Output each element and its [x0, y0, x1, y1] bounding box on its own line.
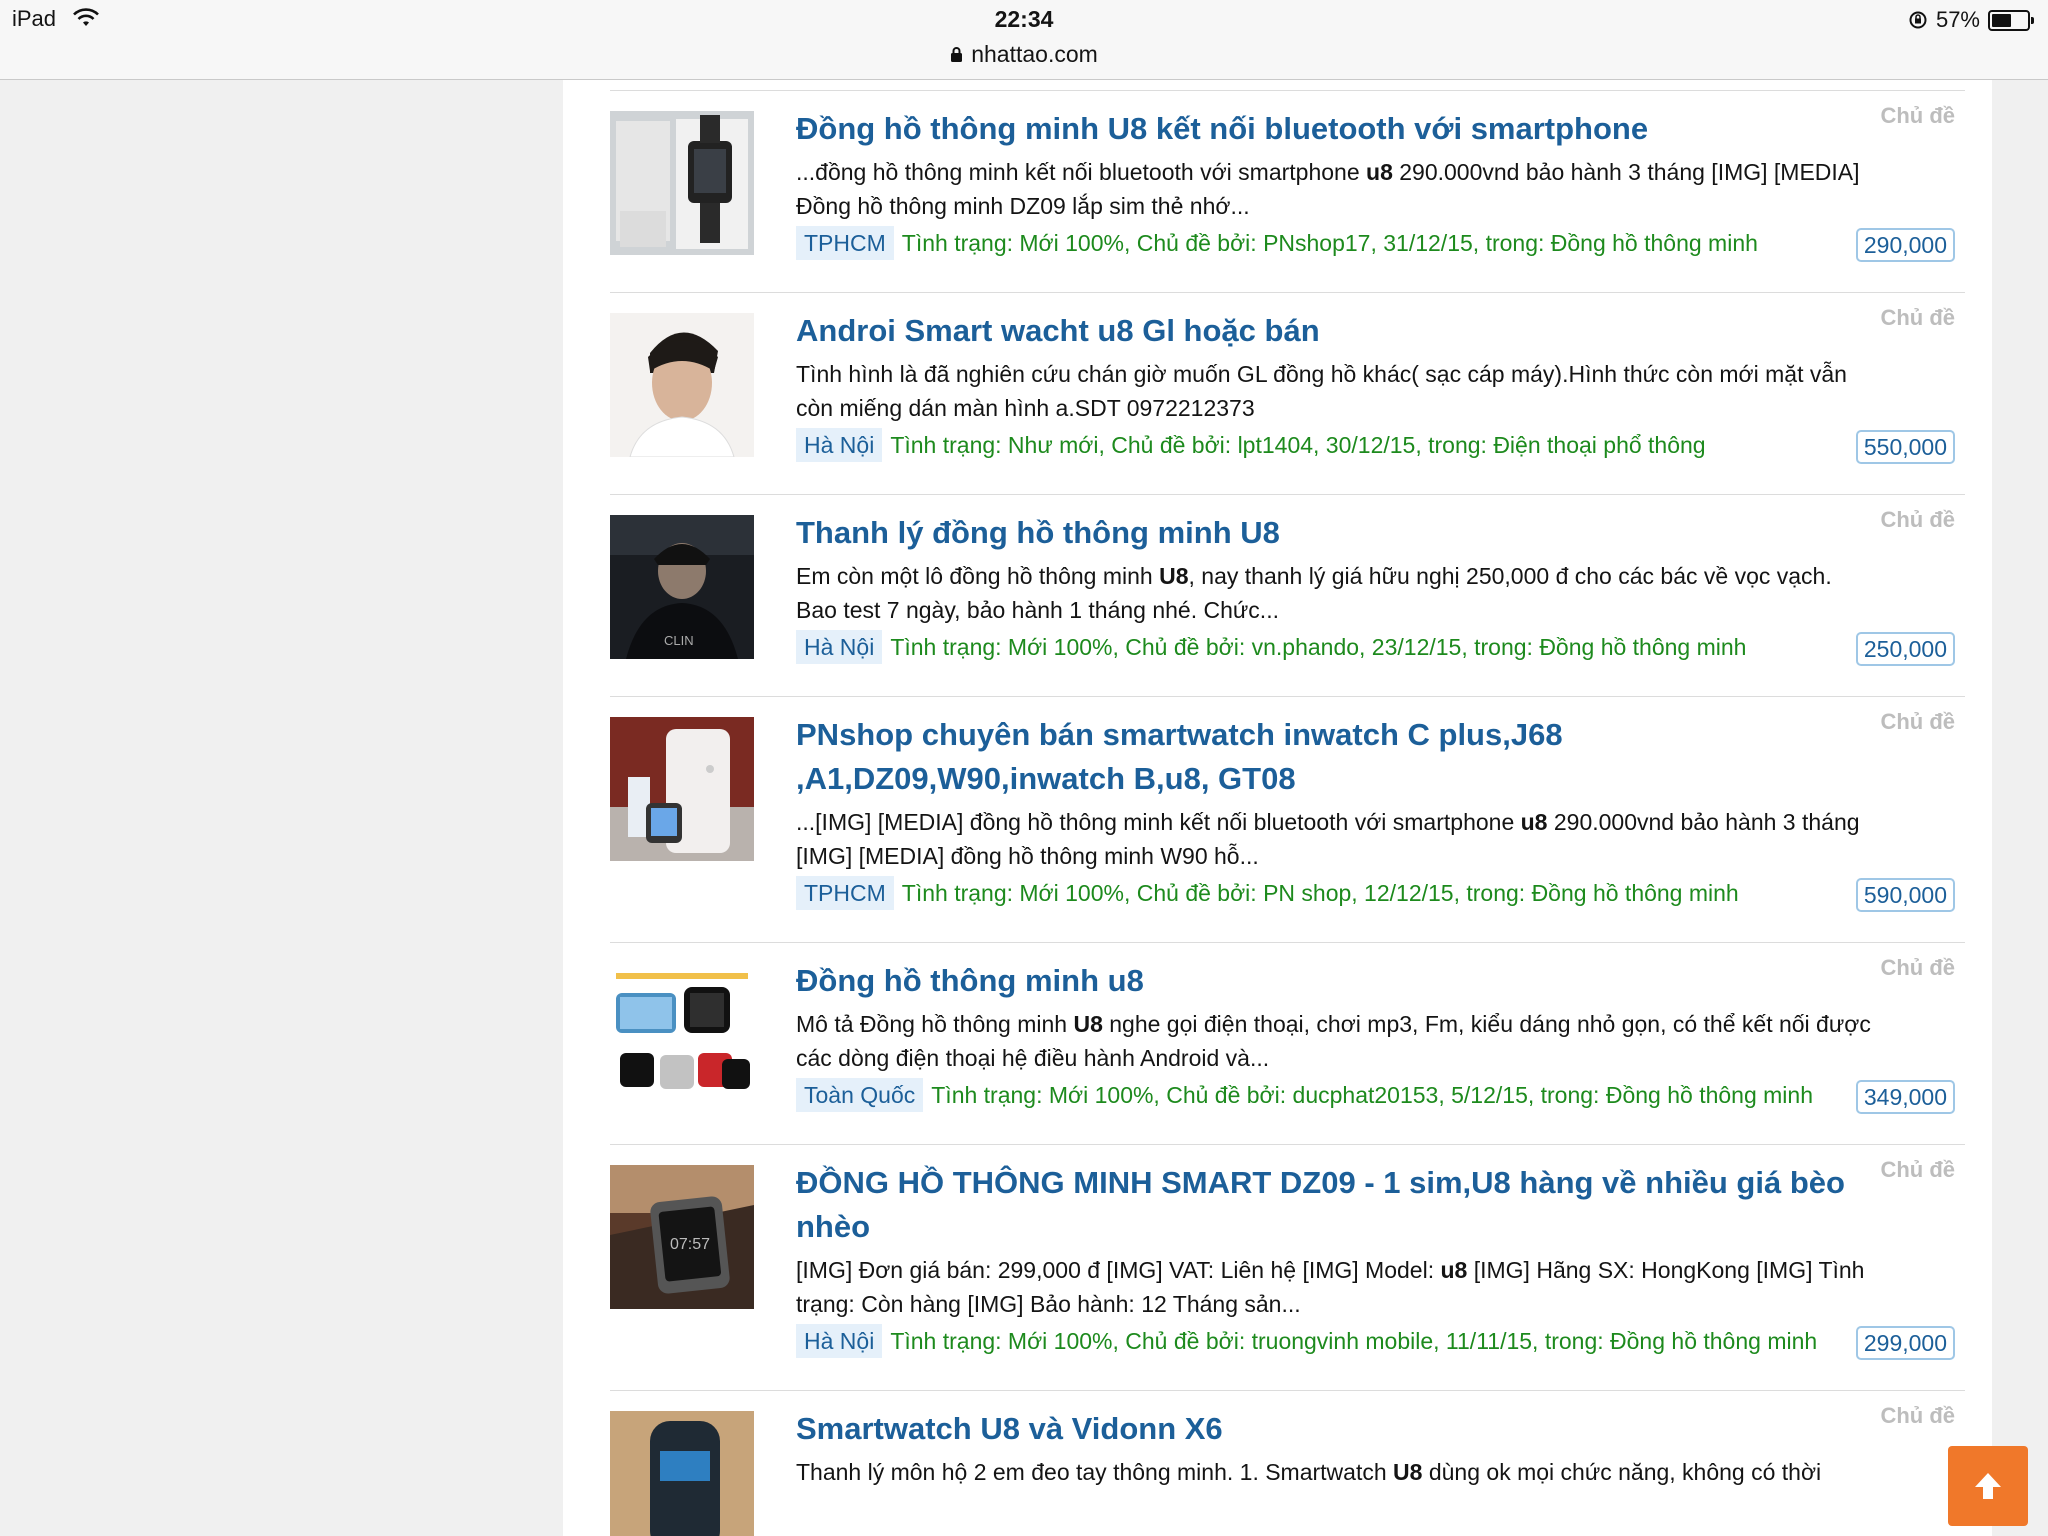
status-right: 57%	[1908, 6, 2034, 34]
result-meta: Toàn Quốc Tình trạng: Mới 100%, Chủ đề bở…	[796, 1078, 1876, 1112]
colored-watches-photo	[610, 963, 754, 1107]
result-item[interactable]: Chủ đề Smartwatch U8 và Vidonn X6 Thanh lý…	[610, 1390, 1965, 1536]
arrow-up-icon	[1975, 1473, 2001, 1499]
result-meta: Hà Nội Tình trạng: Mới 100%, Chủ đề bởi: …	[796, 630, 1876, 664]
price-badge: 590,000	[1855, 878, 1955, 912]
result-title-link[interactable]: PNshop chuyên bán smartwatch inwatch C p…	[796, 713, 1876, 801]
result-title-link[interactable]: Thanh lý đồng hồ thông minh U8	[796, 511, 1876, 555]
result-thumbnail[interactable]: CLIN	[610, 515, 754, 659]
scroll-to-top-button[interactable]	[1948, 1446, 2028, 1526]
result-thumbnail[interactable]	[610, 313, 754, 457]
location-badge[interactable]: Toàn Quốc	[796, 1078, 924, 1112]
phone-and-watch-photo	[610, 717, 754, 861]
man-portrait-photo	[610, 313, 754, 457]
price-badge: 550,000	[1855, 430, 1955, 464]
result-type-label: Chủ đề	[1880, 507, 1955, 532]
svg-text:CLIN: CLIN	[664, 633, 694, 648]
price-badge: 299,000	[1855, 1326, 1955, 1360]
rotation-lock-icon	[1909, 11, 1927, 29]
result-type-label: Chủ đề	[1880, 305, 1955, 330]
result-snippet: Mô tả Đồng hồ thông minh U8 nghe gọi điệ…	[796, 1011, 1871, 1071]
price-badge: 250,000	[1855, 632, 1955, 666]
location-badge[interactable]: TPHCM	[796, 876, 894, 910]
result-meta: TPHCM Tình trạng: Mới 100%, Chủ đề bởi: P…	[796, 226, 1876, 260]
dz09-watch-photo: 07:57	[610, 1165, 754, 1309]
svg-text:07:57: 07:57	[670, 1236, 710, 1253]
result-type-label: Chủ đề	[1880, 955, 1955, 980]
result-type-label: Chủ đề	[1880, 1403, 1955, 1428]
price-badge: 349,000	[1855, 1080, 1955, 1114]
address-bar[interactable]: nhattao.com	[0, 41, 2048, 68]
search-results: Chủ đề Đồng hồ thông minh U8 kết nối blue…	[563, 80, 1992, 1536]
result-item[interactable]: 07:57 Chủ đề ĐỒNG HỒ THÔNG MINH SMART DZ09…	[610, 1144, 1965, 1390]
result-snippet: Em còn một lô đồng hồ thông minh U8, nay…	[796, 563, 1832, 623]
result-thumbnail[interactable]	[610, 1411, 754, 1536]
result-meta-text: Tình trạng: Mới 100%, Chủ đề bởi: truong…	[890, 1328, 1818, 1354]
browser-status-bar: iPad 22:34 nhattao.com 57%	[0, 0, 2048, 80]
wristband-photo	[610, 1411, 754, 1536]
result-title-link[interactable]: Đồng hồ thông minh u8	[796, 959, 1876, 1003]
result-item[interactable]: Chủ đề Androi Smart wacht u8 Gl hoặc bán T…	[610, 292, 1965, 494]
result-meta-text: Tình trạng: Mới 100%, Chủ đề bởi: PNshop…	[901, 230, 1758, 256]
result-thumbnail[interactable]	[610, 717, 754, 861]
result-type-label: Chủ đề	[1880, 709, 1955, 734]
result-title-link[interactable]: Smartwatch U8 và Vidonn X6	[796, 1407, 1876, 1451]
result-type-label: Chủ đề	[1880, 103, 1955, 128]
watch-box-photo	[610, 111, 754, 255]
result-snippet: ...[IMG] [MEDIA] đồng hồ thông minh kết …	[796, 809, 1860, 869]
location-badge[interactable]: Hà Nội	[796, 428, 883, 462]
result-thumbnail[interactable]	[610, 111, 754, 255]
location-badge[interactable]: TPHCM	[796, 226, 894, 260]
result-snippet: Tình hình là đã nghiên cứu chán giờ muốn…	[796, 361, 1847, 421]
result-meta-text: Tình trạng: Như mới, Chủ đề bởi: lpt1404…	[890, 432, 1706, 458]
battery-icon	[1988, 9, 2034, 31]
result-item[interactable]: CLIN Chủ đề Thanh lý đồng hồ thông minh U8…	[610, 494, 1965, 696]
result-meta: Hà Nội Tình trạng: Mới 100%, Chủ đề bởi: …	[796, 1324, 1876, 1358]
price-badge: 290,000	[1855, 228, 1955, 262]
battery-percent: 57%	[1935, 7, 1980, 32]
result-title-link[interactable]: ĐỒNG HỒ THÔNG MINH SMART DZ09 - 1 sim,U8…	[796, 1161, 1876, 1249]
result-meta: TPHCM Tình trạng: Mới 100%, Chủ đề bởi: P…	[796, 876, 1876, 910]
location-badge[interactable]: Hà Nội	[796, 630, 883, 664]
lock-icon	[951, 47, 963, 62]
result-snippet: Thanh lý môn hộ 2 em đeo tay thông minh.…	[796, 1459, 1822, 1485]
result-meta-text: Tình trạng: Mới 100%, Chủ đề bởi: PN sho…	[901, 880, 1739, 906]
result-type-label: Chủ đề	[1880, 1157, 1955, 1182]
result-thumbnail[interactable]	[610, 963, 754, 1107]
result-meta: Hà Nội Tình trạng: Như mới, Chủ đề bởi: l…	[796, 428, 1876, 462]
result-title-link[interactable]: Đồng hồ thông minh U8 kết nối bluetooth …	[796, 107, 1876, 151]
url-text: nhattao.com	[971, 41, 1098, 67]
result-meta-text: Tình trạng: Mới 100%, Chủ đề bởi: vn.pha…	[890, 634, 1747, 660]
result-meta-text: Tình trạng: Mới 100%, Chủ đề bởi: ducpha…	[931, 1082, 1813, 1108]
result-title-link[interactable]: Androi Smart wacht u8 Gl hoặc bán	[796, 309, 1876, 353]
location-badge[interactable]: Hà Nội	[796, 1324, 883, 1358]
dark-portrait-photo: CLIN	[610, 515, 754, 659]
result-item[interactable]: Chủ đề Đồng hồ thông minh U8 kết nối blue…	[610, 90, 1965, 292]
clock: 22:34	[994, 6, 1054, 32]
result-snippet: ...đồng hồ thông minh kết nối bluetooth …	[796, 159, 1860, 219]
result-item[interactable]: Chủ đề Đồng hồ thông minh u8 Mô tả Đồng hồ…	[610, 942, 1965, 1144]
result-snippet: [IMG] Đơn giá bán: 299,000 đ [IMG] VAT: …	[796, 1257, 1865, 1317]
result-item[interactable]: Chủ đề PNshop chuyên bán smartwatch inwat…	[610, 696, 1965, 942]
result-thumbnail[interactable]: 07:57	[610, 1165, 754, 1309]
